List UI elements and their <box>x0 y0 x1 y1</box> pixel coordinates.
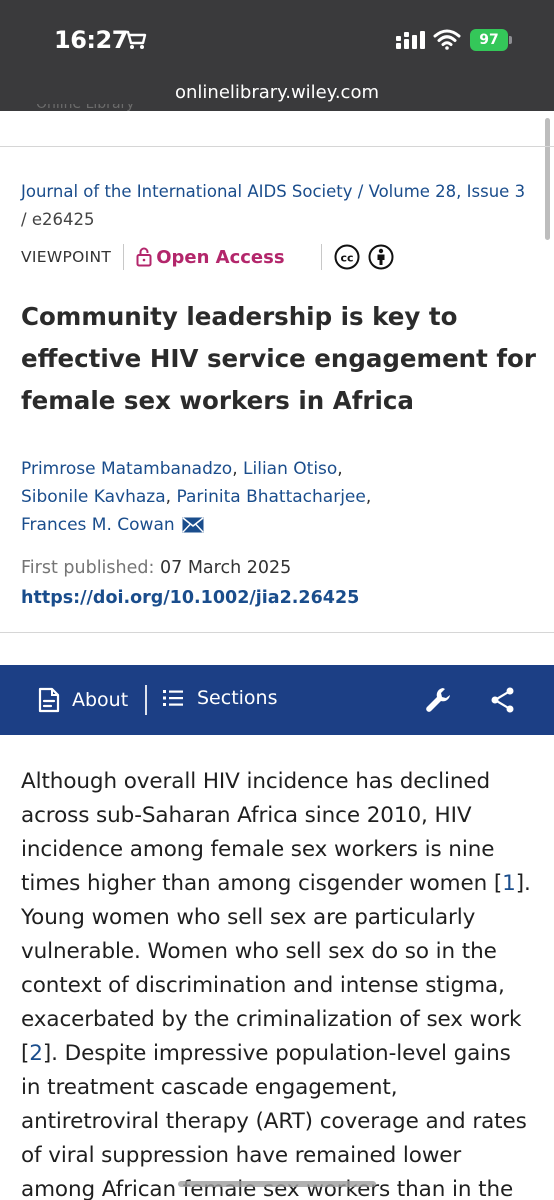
article-type: VIEWPOINT <box>21 248 112 266</box>
section-divider <box>0 632 554 633</box>
meta-divider <box>123 244 125 270</box>
article-number: e26425 <box>31 210 95 229</box>
article-toolbar: About Sections <box>0 665 554 735</box>
body-text-segment: ]. Young women who sell sex are particul… <box>21 871 531 1066</box>
author-link[interactable]: Frances M. Cowan <box>21 515 175 535</box>
body-text-segment: Although overall HIV incidence has decli… <box>21 769 503 896</box>
browser-top-bar: 16:27 97 onlinelibrary.wiley.com <box>0 0 554 111</box>
battery-level: 97 <box>479 32 499 48</box>
author-link[interactable]: Sibonile Kavhaza <box>21 487 166 507</box>
battery-tip <box>509 36 512 44</box>
license-icons[interactable]: cc <box>320 244 402 270</box>
sections-button[interactable]: Sections <box>163 687 278 709</box>
journal-issue-link[interactable]: Journal of the International AIDS Societ… <box>21 182 525 201</box>
url-bar[interactable]: onlinelibrary.wiley.com <box>0 82 554 103</box>
doi-link[interactable]: https://doi.org/10.1002/jia2.26425 <box>21 588 359 608</box>
author-separator: , <box>165 487 172 507</box>
author-link[interactable]: Lilian Otiso <box>243 459 337 479</box>
toolbar-divider <box>145 685 147 715</box>
about-button[interactable]: About <box>38 687 128 713</box>
logo-text: Online Library <box>36 104 135 112</box>
article-body-paragraph: Although overall HIV incidence has decli… <box>21 765 536 1200</box>
page-scrollbar[interactable] <box>545 118 550 240</box>
body-text-segment: ]. Despite impressive population-level g… <box>21 1041 527 1200</box>
author-link[interactable]: Primrose Matambanadzo <box>21 459 232 479</box>
document-icon <box>38 687 60 713</box>
wifi-icon <box>433 29 461 50</box>
list-icon <box>163 690 183 706</box>
author-separator: , <box>232 459 238 479</box>
open-access-badge: Open Access <box>136 246 285 268</box>
first-published-label: First published: <box>21 558 155 578</box>
battery-indicator: 97 <box>470 29 508 51</box>
article-title: Community leadership is key to effective… <box>21 302 536 415</box>
reference-link[interactable]: 2 <box>29 1041 43 1066</box>
author-separator: , <box>365 487 372 507</box>
author-list: Primrose Matambanadzo, Lilian Otiso, Sib… <box>21 455 521 539</box>
cellular-signal-icon <box>396 31 425 49</box>
reference-link[interactable]: 1 <box>502 871 516 896</box>
sections-label: Sections <box>197 687 278 709</box>
article-meta-row: VIEWPOINT Open Access cc <box>21 242 402 272</box>
first-published-date: 07 March 2025 <box>159 558 292 578</box>
creative-commons-icon[interactable]: cc <box>334 244 360 270</box>
cart-icon <box>124 30 147 49</box>
open-lock-icon <box>136 247 152 267</box>
open-access-label: Open Access <box>156 246 285 268</box>
breadcrumb-separator: / <box>21 210 27 229</box>
author-link[interactable]: Parinita Bhattacharjee <box>176 487 365 507</box>
first-published: First published: 07 March 2025 <box>21 558 291 578</box>
attribution-icon[interactable] <box>368 244 394 270</box>
journal-breadcrumb: Journal of the International AIDS Societ… <box>21 178 531 234</box>
site-logo-cut[interactable]: Online Library <box>36 104 135 116</box>
svg-text:cc: cc <box>340 252 353 265</box>
status-time: 16:27 <box>54 26 128 54</box>
status-bar: 16:27 97 <box>0 26 554 58</box>
author-separator: , <box>337 459 343 479</box>
home-indicator[interactable] <box>178 1181 376 1187</box>
envelope-icon[interactable] <box>182 517 204 533</box>
license-divider <box>320 244 322 270</box>
about-label: About <box>72 689 129 711</box>
wrench-icon[interactable] <box>424 685 454 715</box>
share-icon[interactable] <box>489 685 517 715</box>
header-divider <box>0 146 554 147</box>
